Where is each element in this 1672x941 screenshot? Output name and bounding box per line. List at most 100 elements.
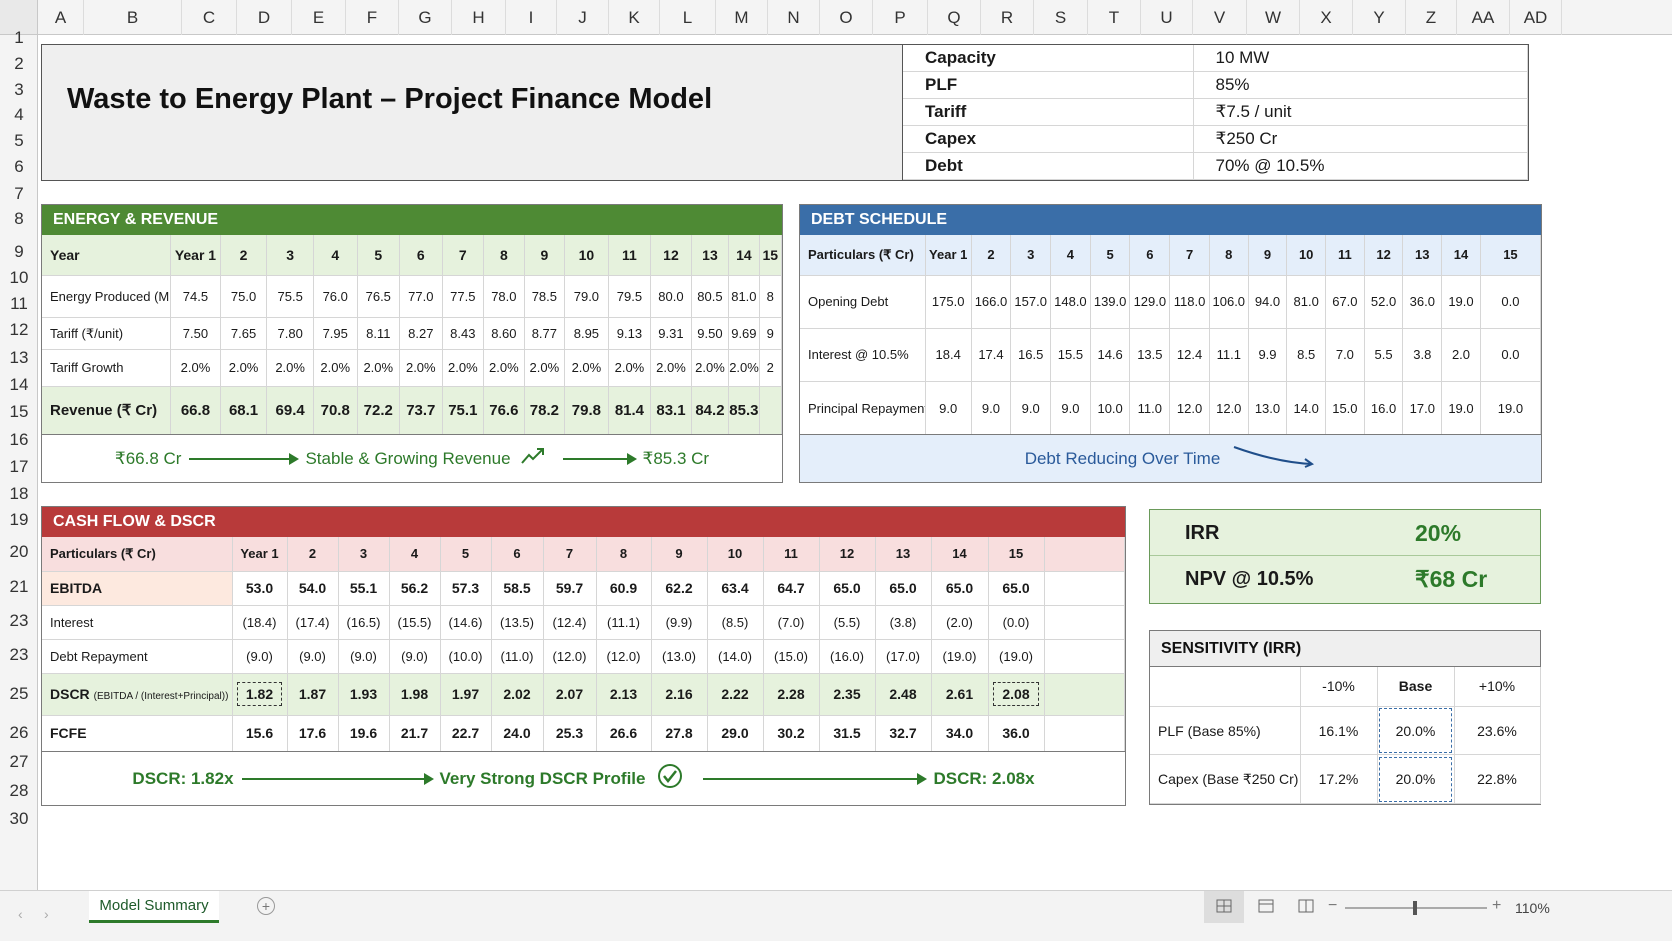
table-cell[interactable]: 63.4 <box>707 571 764 606</box>
row-header-22[interactable]: 23 <box>0 611 38 631</box>
table-cell[interactable]: 166.0 <box>971 275 1012 329</box>
row-header-11[interactable]: 11 <box>0 294 38 314</box>
table-cell[interactable]: 15.0 <box>1325 381 1365 436</box>
zoom-slider[interactable] <box>1345 901 1487 915</box>
column-header-F[interactable]: F <box>346 0 399 35</box>
table-cell[interactable]: 2.02 <box>491 673 544 716</box>
table-cell[interactable]: 2.0% <box>691 349 730 387</box>
table-cell[interactable]: 55.1 <box>338 571 390 606</box>
table-cell[interactable]: 10.0 <box>1090 381 1131 436</box>
empty-cell[interactable] <box>1044 537 1125 572</box>
row-label[interactable]: EBITDA <box>42 571 233 606</box>
column-header-X[interactable]: X <box>1300 0 1353 35</box>
table-cell[interactable]: 14.0 <box>1286 381 1327 436</box>
table-cell[interactable]: 19.0 <box>1441 275 1481 329</box>
table-cell[interactable]: 18.4 <box>925 328 972 382</box>
table-cell[interactable]: 79.0 <box>564 275 609 319</box>
table-cell[interactable]: (18.4) <box>232 605 288 640</box>
empty-cell[interactable] <box>1044 673 1125 716</box>
table-cell[interactable]: 75.1 <box>442 386 485 436</box>
table-cell[interactable]: 74.5 <box>170 275 221 319</box>
key-param-label[interactable]: PLF <box>903 71 1194 99</box>
table-cell[interactable]: (13.0) <box>651 639 708 674</box>
table-cell[interactable]: 67.0 <box>1325 275 1365 329</box>
table-cell[interactable]: (11.0) <box>491 639 544 674</box>
table-cell[interactable]: (17.4) <box>287 605 339 640</box>
table-cell[interactable]: 2.0% <box>313 349 358 387</box>
table-cell[interactable]: 81.4 <box>608 386 652 436</box>
table-cell[interactable]: 9 <box>759 317 783 351</box>
table-cell[interactable]: 60.9 <box>596 571 652 606</box>
table-cell[interactable]: (16.5) <box>338 605 390 640</box>
row-header-14[interactable]: 14 <box>0 375 38 395</box>
table-cell[interactable]: 81.0 <box>728 275 760 319</box>
table-cell[interactable]: 9.0 <box>1050 381 1091 436</box>
table-cell[interactable]: 65.0 <box>988 571 1045 606</box>
table-cell[interactable]: (19.0) <box>988 639 1045 674</box>
table-cell[interactable]: 79.8 <box>564 386 609 436</box>
column-header-N[interactable]: N <box>768 0 820 35</box>
sensitivity-cell[interactable]: 16.1% <box>1300 706 1378 756</box>
column-header-E[interactable]: E <box>292 0 346 35</box>
table-cell[interactable]: 58.5 <box>491 571 544 606</box>
key-param-value[interactable]: 10 MW <box>1193 45 1528 72</box>
table-cell[interactable]: 2.61 <box>931 673 989 716</box>
add-sheet-icon[interactable]: + <box>257 897 275 915</box>
table-cell[interactable]: (11.1) <box>596 605 652 640</box>
column-header-J[interactable]: J <box>557 0 609 35</box>
table-cell[interactable]: 9.0 <box>1010 381 1052 436</box>
table-cell[interactable]: 73.7 <box>399 386 443 436</box>
table-cell[interactable]: 2.0% <box>728 349 760 387</box>
table-cell[interactable]: 2.16 <box>651 673 708 716</box>
table-cell[interactable]: 2.0% <box>442 349 485 387</box>
row-label[interactable]: Opening Debt <box>800 275 926 329</box>
empty-cell[interactable] <box>1044 605 1125 640</box>
table-cell[interactable]: 81.0 <box>1286 275 1327 329</box>
table-cell[interactable]: 15.5 <box>1050 328 1091 382</box>
normal-view-icon[interactable] <box>1204 891 1244 923</box>
table-cell[interactable]: 8.43 <box>442 317 485 351</box>
table-cell[interactable]: 65.0 <box>819 571 876 606</box>
column-header-U[interactable]: U <box>1141 0 1193 35</box>
row-header-26[interactable]: 27 <box>0 752 38 772</box>
sensitivity-cell[interactable]: 20.0% <box>1377 754 1455 804</box>
row-header-15[interactable]: 15 <box>0 402 38 422</box>
table-cell[interactable]: 1.97 <box>440 673 492 716</box>
table-cell[interactable]: 0.0 <box>1480 328 1542 382</box>
row-label[interactable]: DSCR (EBITDA / (Interest+Principal)) <box>42 673 233 716</box>
table-cell[interactable]: 9.9 <box>1248 328 1288 382</box>
table-cell[interactable]: 80.0 <box>650 275 692 319</box>
table-cell[interactable]: (12.0) <box>543 639 597 674</box>
table-cell[interactable]: 36.0 <box>1402 275 1443 329</box>
table-cell[interactable]: 56.2 <box>389 571 441 606</box>
table-cell[interactable]: (13.5) <box>491 605 544 640</box>
zoom-slider-thumb[interactable] <box>1413 901 1417 915</box>
table-cell[interactable]: 75.5 <box>266 275 314 319</box>
table-cell[interactable]: 7.80 <box>266 317 314 351</box>
zoom-out-icon[interactable]: − <box>1328 897 1337 915</box>
row-header-9[interactable]: 9 <box>0 242 38 262</box>
table-cell[interactable]: 76.0 <box>313 275 358 319</box>
table-cell[interactable]: 54.0 <box>287 571 339 606</box>
table-cell[interactable]: 76.5 <box>357 275 401 319</box>
sensitivity-cell[interactable]: 20.0% <box>1377 706 1455 756</box>
table-cell[interactable]: 65.0 <box>931 571 989 606</box>
row-header-13[interactable]: 13 <box>0 348 38 368</box>
table-cell[interactable]: 148.0 <box>1050 275 1091 329</box>
table-cell[interactable]: 66.8 <box>170 386 221 436</box>
row-label[interactable]: Principal Repayment <box>800 381 926 436</box>
table-cell[interactable]: 8.11 <box>357 317 401 351</box>
row-header-28[interactable]: 30 <box>0 809 38 829</box>
empty-cell[interactable] <box>1044 571 1125 606</box>
table-cell[interactable]: 2.22 <box>707 673 764 716</box>
table-cell[interactable]: 2.0% <box>399 349 443 387</box>
row-header-27[interactable]: 28 <box>0 781 38 801</box>
table-cell[interactable]: 31.5 <box>819 715 876 752</box>
table-cell[interactable]: 14.6 <box>1090 328 1131 382</box>
table-cell[interactable]: (9.9) <box>651 605 708 640</box>
table-cell[interactable]: (9.0) <box>389 639 441 674</box>
table-cell[interactable]: (9.0) <box>232 639 288 674</box>
table-cell[interactable]: 2.28 <box>763 673 820 716</box>
table-cell[interactable]: 3.8 <box>1402 328 1443 382</box>
row-header-3[interactable]: 3 <box>0 80 38 100</box>
